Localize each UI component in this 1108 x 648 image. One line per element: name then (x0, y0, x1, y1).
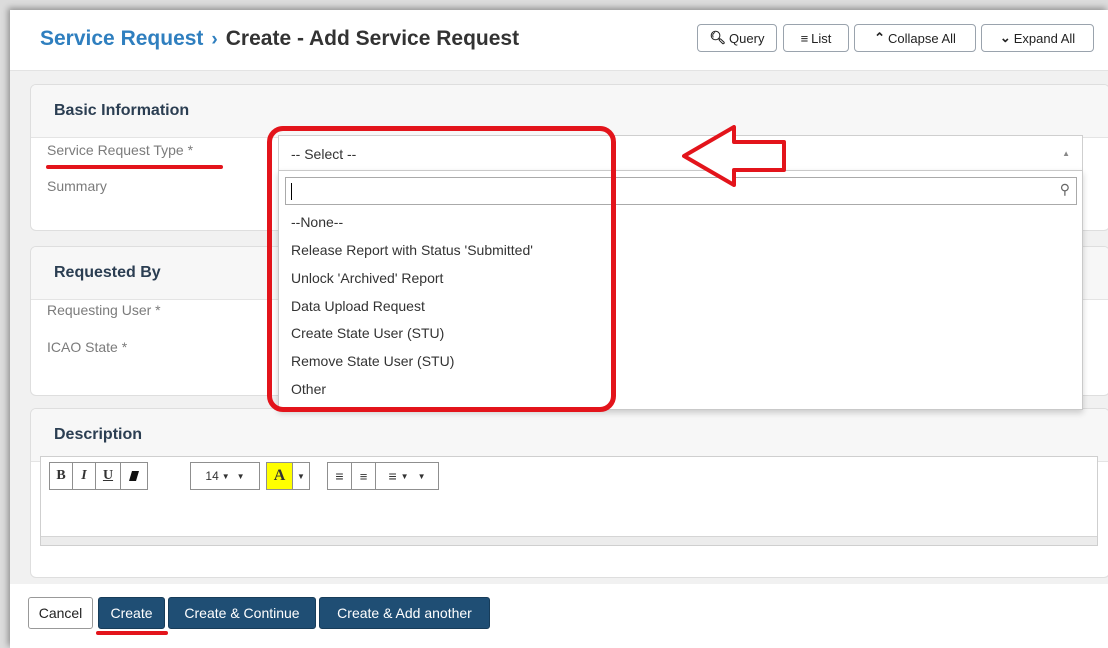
collapse-all-button[interactable]: ⌃ Collapse All (854, 24, 976, 52)
search-icon: 🔍︎ (709, 30, 727, 45)
description-header[interactable]: Description (31, 409, 1108, 462)
italic-button[interactable]: I (73, 463, 96, 489)
summary-label: Summary (47, 178, 107, 194)
requesting-user-label: Requesting User * (47, 302, 161, 318)
caret-down-icon: ▼ (400, 471, 409, 481)
create-button[interactable]: Create (98, 597, 165, 629)
align-dropdown[interactable]: ≡ ▼ ▼ (376, 463, 438, 489)
chevron-down-icon: ⌄ (999, 30, 1011, 45)
arrow-annotation-icon (682, 125, 786, 187)
service-request-type-label: Service Request Type * (47, 142, 194, 158)
chevron-up-icon: ⌃ (874, 30, 885, 45)
breadcrumb-service-request-link[interactable]: Service Request (40, 27, 203, 50)
list-icon: ≡ (800, 30, 809, 46)
query-button-label: Query (729, 30, 765, 46)
expand-all-label: Expand All (1013, 30, 1076, 46)
create-underline-annotation (96, 631, 168, 635)
caret-down-icon[interactable]: ▼ (293, 463, 309, 489)
list-button-label: List (811, 30, 832, 46)
bullet-list-icon[interactable]: ≡ (328, 463, 352, 489)
page-title: Create - Add Service Request (225, 27, 520, 50)
query-button[interactable]: 🔍︎ Query (697, 24, 777, 52)
expand-all-button[interactable]: ⌄ Expand All (981, 24, 1094, 52)
page: Service Request › Create - Add Service Req… (10, 10, 1108, 648)
editor-resize-bar[interactable] (41, 536, 1097, 545)
caret-down-icon: ▼ (236, 471, 245, 481)
cancel-button[interactable]: Cancel (28, 597, 93, 629)
align-icon: ≡ (388, 468, 397, 484)
search-icon: ⚲ (1059, 181, 1070, 197)
underline-button[interactable]: U (96, 463, 121, 489)
caret-down-icon: ▼ (221, 471, 230, 481)
create-continue-button[interactable]: Create & Continue (168, 597, 316, 629)
font-size-dropdown[interactable]: 14 ▼ ▼ (191, 463, 259, 489)
list-align-group: ≡ ≡ ≡ ▼ ▼ (327, 462, 439, 490)
breadcrumb-separator: › (211, 29, 218, 50)
font-size-group: 14 ▼ ▼ (190, 462, 260, 490)
breadcrumb: Service Request › Create - Add Service Req… (40, 27, 519, 51)
font-color-button[interactable]: A (267, 463, 293, 489)
collapse-all-label: Collapse All (887, 30, 956, 46)
highlight-rectangle (267, 126, 616, 412)
caret-up-icon: ▲ (1062, 149, 1070, 158)
font-size-value: 14 (205, 469, 219, 483)
format-button-group: B I U (49, 462, 148, 490)
bold-button[interactable]: B (50, 463, 73, 489)
numbered-list-icon[interactable]: ≡ (352, 463, 376, 489)
form-footer: Cancel Create Create & Continue Create &… (10, 585, 1108, 648)
top-bar: Service Request › Create - Add Service Req… (10, 10, 1108, 71)
label-underline-annotation (46, 165, 223, 169)
caret-down-icon: ▼ (417, 471, 426, 481)
icao-state-label: ICAO State * (47, 339, 128, 355)
list-button[interactable]: ≡ List (783, 24, 849, 52)
font-color-group: A ▼ (266, 462, 310, 490)
description-editor[interactable]: B I U 14 ▼ ▼ A ▼ ≡ ≡ ≡ ▼ ▼ (40, 456, 1098, 546)
eraser-icon[interactable] (121, 463, 147, 489)
create-add-another-button[interactable]: Create & Add another (319, 597, 490, 629)
